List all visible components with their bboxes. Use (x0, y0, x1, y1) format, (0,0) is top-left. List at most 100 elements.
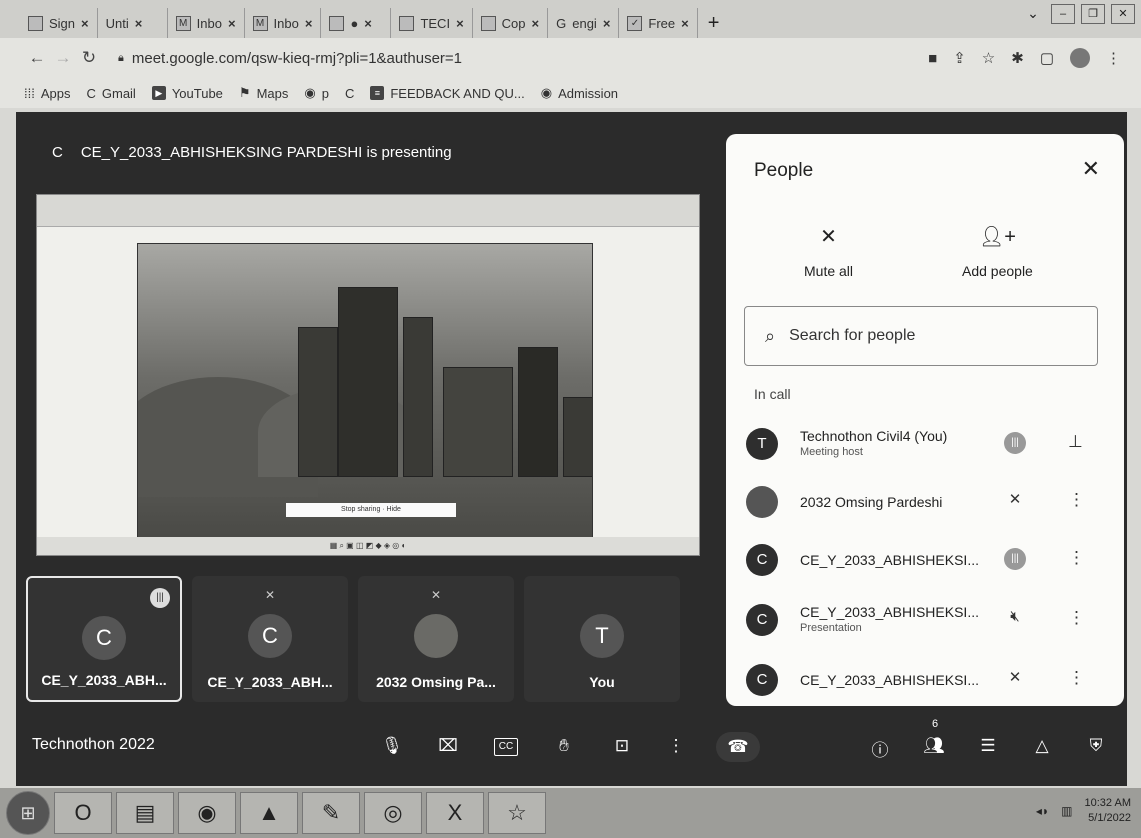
browser-tab[interactable]: Unti × (98, 8, 168, 38)
excel-icon[interactable]: X (426, 792, 484, 834)
participant-tile[interactable]: ✕ 2032 Omsing Pa... (358, 576, 514, 702)
tab-label: Inbo (196, 15, 222, 31)
pin-icon[interactable]: ⊥ (1068, 432, 1083, 452)
url-field[interactable]: 🔒︎ meet.google.com/qsw-kieq-rmj?pli=1&au… (118, 50, 462, 67)
address-bar: ← → ↻ 🔒︎ meet.google.com/qsw-kieq-rmj?pl… (0, 38, 1141, 78)
participant-row[interactable]: C CE_Y_2033_ABHISHEKSI... Presentation 🔇… (746, 600, 1106, 640)
menu-icon[interactable]: ⋮ (1106, 49, 1121, 67)
leave-call-button[interactable]: ☎︎ (716, 732, 760, 762)
opera-icon[interactable]: O (54, 792, 112, 834)
volume-icon[interactable]: ◂◗ (1036, 804, 1049, 818)
more-options-icon[interactable]: ⋮ (1068, 548, 1085, 568)
participant-row[interactable]: C CE_Y_2033_ABHISHEKSI... ||| ⋮ (746, 540, 1106, 580)
browser-tab[interactable]: M Inbo × (245, 8, 322, 38)
bookmark-feedback[interactable]: ≡ FEEDBACK AND QU... (370, 86, 525, 101)
browser-tab[interactable]: Cop × (473, 8, 549, 38)
app-icon[interactable]: ▲ (240, 792, 298, 834)
browser-tab[interactable]: ✓ Free × (619, 8, 698, 38)
shared-screen[interactable]: Stop sharing · Hide ▦ ⌕ ▣ ◫ ◩ ◆ ◈ ◎ ◐ (36, 194, 700, 556)
host-controls-button[interactable]: ⛨ (1084, 736, 1108, 756)
participant-tile-self[interactable]: T You (524, 576, 680, 702)
browser-tab[interactable]: TECI × (391, 8, 473, 38)
participant-count: 6 (932, 718, 939, 730)
browser-tab[interactable]: M Inbo × (168, 8, 245, 38)
chat-button[interactable]: ☰ (976, 736, 1000, 756)
browser-tab[interactable]: Gengi × (548, 8, 620, 38)
participant-row[interactable]: T Technothon Civil4 (You) Meeting host |… (746, 424, 1106, 464)
network-icon[interactable]: ▥ (1061, 804, 1072, 818)
tab-label: Free (648, 15, 676, 31)
mute-all-button[interactable]: ✕ Mute all (804, 224, 853, 279)
close-tab-icon[interactable]: × (135, 16, 143, 31)
tile-name: CE_Y_2033_ABH... (41, 672, 167, 688)
shared-browser-chrome (37, 195, 699, 227)
browser-tab-active[interactable]: ● × (321, 8, 392, 38)
search-input[interactable]: ⌕ Search for people (744, 306, 1098, 366)
close-tab-icon[interactable]: × (603, 16, 611, 31)
reload-button[interactable]: ↻ (76, 48, 102, 68)
mic-off-icon: ✕ (430, 588, 442, 602)
avatar: T (580, 614, 624, 658)
mic-button[interactable]: 🎙︎ (380, 736, 404, 756)
raise-hand-button[interactable]: ✋︎ (552, 736, 576, 756)
participant-tiles: ||| C CE_Y_2033_ABH... ✕ C CE_Y_2033_ABH… (26, 576, 680, 702)
media-player-icon[interactable]: ◉ (178, 792, 236, 834)
bookmark-youtube[interactable]: ▶ YouTube (151, 86, 223, 101)
address-bar-icons: ■ ⇪ ☆ ✱ ▢ ⋮ (928, 48, 1121, 68)
minimize-button[interactable]: – (1051, 4, 1075, 24)
os-taskbar: ⊞ O ▤ ◉ ▲ ✎ ◎ X ☆ ◂◗ ▥ 10:32 AM 5/1/2022 (0, 788, 1141, 838)
star-icon[interactable]: ☆ (982, 49, 995, 67)
restore-button[interactable]: ❐ (1081, 4, 1105, 24)
profile-avatar[interactable] (1070, 48, 1090, 68)
chrome-icon[interactable]: ◎ (364, 792, 422, 834)
captions-button[interactable]: CC (494, 738, 518, 756)
file-explorer-icon[interactable]: ▤ (116, 792, 174, 834)
close-tab-icon[interactable]: × (81, 16, 89, 31)
close-tab-icon[interactable]: × (228, 16, 236, 31)
bookmark-p[interactable]: ◉ p (304, 85, 329, 101)
forward-button[interactable]: → (50, 48, 76, 68)
close-tab-icon[interactable]: × (456, 16, 464, 31)
bookmark-maps[interactable]: ⚑ Maps (239, 85, 288, 101)
present-button[interactable]: ⊡ (610, 736, 634, 756)
more-options-button[interactable]: ⋮ (664, 736, 688, 756)
clock[interactable]: 10:32 AM 5/1/2022 (1085, 796, 1131, 826)
close-tab-icon[interactable]: × (305, 16, 313, 31)
close-icon[interactable]: ✕ (1082, 156, 1100, 182)
meeting-info-button[interactable]: ⓘ (868, 736, 892, 761)
extensions-icon[interactable]: ✱ (1011, 49, 1024, 67)
camera-icon[interactable]: ■ (928, 50, 937, 67)
add-people-button[interactable]: 👤︎+ Add people (962, 224, 1033, 279)
close-tab-icon[interactable]: × (532, 16, 540, 31)
more-options-icon[interactable]: ⋮ (1068, 668, 1085, 688)
start-button[interactable]: ⊞ (6, 791, 50, 835)
bookmark-c[interactable]: C (345, 86, 354, 101)
notes-icon[interactable]: ✎ (302, 792, 360, 834)
close-tab-icon[interactable]: × (364, 16, 372, 31)
meet-icon (329, 15, 345, 31)
more-options-icon[interactable]: ⋮ (1068, 490, 1085, 510)
sidepanel-icon[interactable]: ▢ (1040, 49, 1054, 67)
activities-button[interactable]: △ (1030, 736, 1054, 756)
back-button[interactable]: ← (24, 48, 50, 68)
search-icon: ⌕ (765, 325, 776, 346)
people-button[interactable]: 👥︎ (922, 736, 946, 756)
bookmark-gmail[interactable]: C Gmail (86, 86, 135, 101)
browser-tab[interactable]: Sign × (20, 8, 98, 38)
close-tab-icon[interactable]: × (681, 16, 689, 31)
participant-row[interactable]: C CE_Y_2033_ABHISHEKSI... ✕ ⋮ (746, 660, 1106, 700)
avatar (414, 614, 458, 658)
star-app-icon[interactable]: ☆ (488, 792, 546, 834)
more-options-icon[interactable]: ⋮ (1068, 608, 1085, 628)
chevron-down-icon[interactable]: ⌄ (1021, 4, 1045, 24)
participant-tile[interactable]: ||| C CE_Y_2033_ABH... (26, 576, 182, 702)
bookmark-admission[interactable]: ◉ Admission (541, 85, 618, 101)
new-tab-button[interactable]: + (698, 8, 730, 38)
bookmark-apps[interactable]: ⁞⁞⁞ Apps (24, 86, 70, 101)
share-icon[interactable]: ⇪ (953, 49, 966, 67)
participant-row[interactable]: 2032 Omsing Pardeshi ✕ ⋮ (746, 482, 1106, 522)
participant-name: CE_Y_2033_ABHISHEKSI... (800, 552, 979, 568)
participant-tile[interactable]: ✕ C CE_Y_2033_ABH... (192, 576, 348, 702)
camera-off-button[interactable]: ⌧ (436, 736, 460, 756)
close-window-button[interactable]: ✕ (1111, 4, 1135, 24)
